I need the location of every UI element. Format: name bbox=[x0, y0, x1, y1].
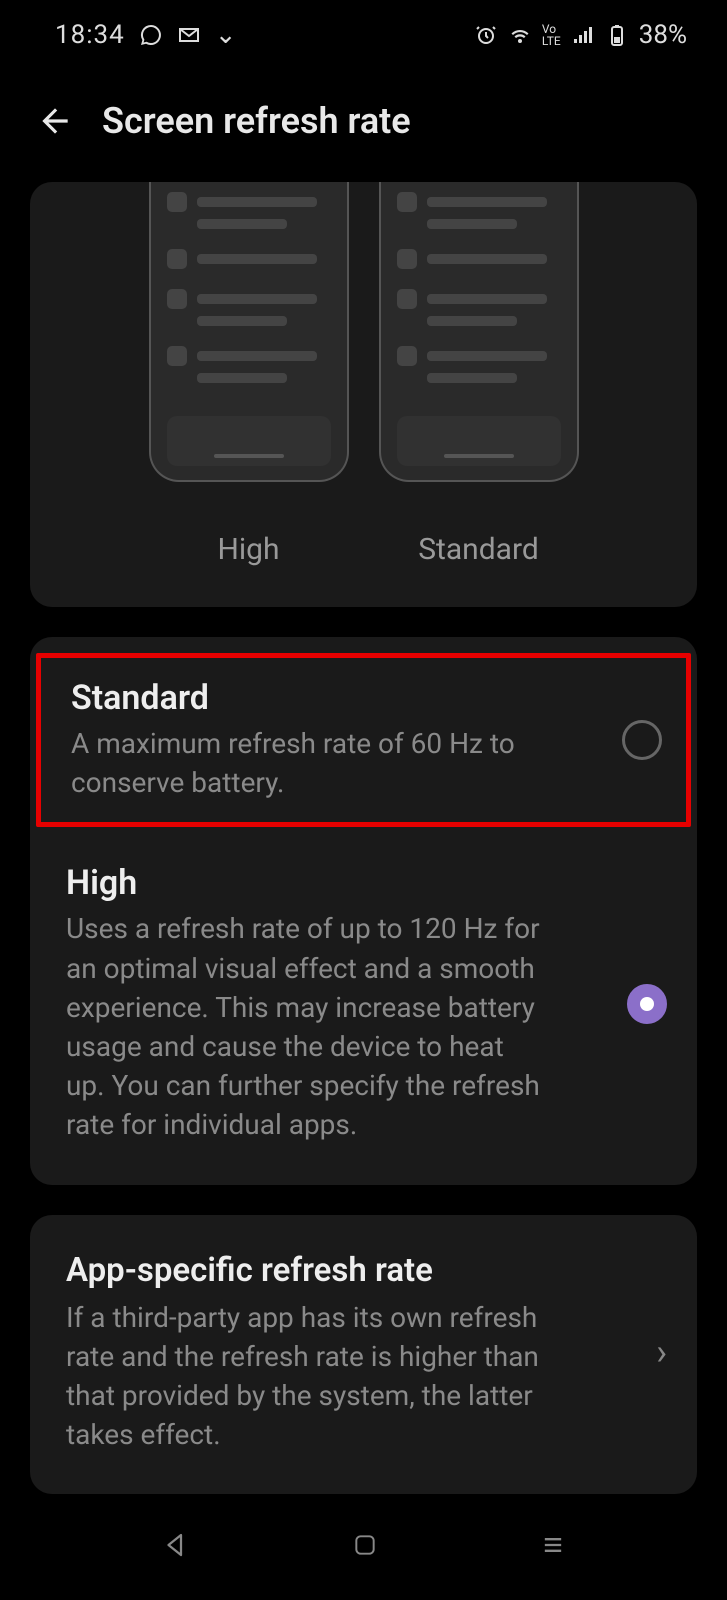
battery-text: 38% bbox=[639, 20, 687, 50]
more-notifications-icon: ⌄ bbox=[215, 20, 237, 50]
alarm-icon bbox=[474, 23, 498, 47]
preview-label-standard: Standard bbox=[379, 532, 579, 567]
apprate-card[interactable]: App-specific refresh rate If a third-par… bbox=[30, 1215, 697, 1495]
battery-icon bbox=[605, 23, 629, 47]
option-standard[interactable]: Standard A maximum refresh rate of 60 Hz… bbox=[36, 653, 691, 827]
option-high[interactable]: High Uses a refresh rate of up to 120 Hz… bbox=[30, 827, 697, 1184]
volte-icon: VoLTE bbox=[542, 23, 561, 47]
options-card: Standard A maximum refresh rate of 60 Hz… bbox=[30, 637, 697, 1185]
phone-preview-standard bbox=[379, 182, 579, 482]
gmail-icon bbox=[177, 23, 201, 47]
header: Screen refresh rate bbox=[0, 70, 727, 182]
preview-phones bbox=[60, 182, 667, 482]
status-bar: 18:34 ⌄ VoLTE 38% bbox=[0, 0, 727, 70]
apprate-desc: If a third-party app has its own refresh… bbox=[66, 1298, 566, 1455]
preview-label-high: High bbox=[149, 532, 349, 567]
wifi-icon bbox=[508, 23, 532, 47]
option-desc: A maximum refresh rate of 60 Hz to conse… bbox=[71, 724, 551, 802]
nav-recent-icon[interactable] bbox=[539, 1531, 567, 1559]
preview-card: High Standard bbox=[30, 182, 697, 607]
nav-home-icon[interactable] bbox=[352, 1532, 378, 1558]
option-desc: Uses a refresh rate of up to 120 Hz for … bbox=[66, 909, 546, 1144]
phone-preview-high bbox=[149, 182, 349, 482]
status-right: VoLTE 38% bbox=[474, 20, 687, 50]
apprate-title: App-specific refresh rate bbox=[66, 1251, 646, 1290]
radio-standard[interactable] bbox=[622, 720, 662, 760]
chevron-right-icon: › bbox=[656, 1331, 667, 1373]
status-left: 18:34 ⌄ bbox=[55, 20, 237, 50]
navbar bbox=[0, 1490, 727, 1600]
option-title: Standard bbox=[71, 678, 602, 718]
nav-back-icon[interactable] bbox=[161, 1530, 191, 1560]
preview-labels: High Standard bbox=[60, 532, 667, 567]
radio-high[interactable] bbox=[627, 984, 667, 1024]
status-time: 18:34 bbox=[55, 20, 125, 50]
signal-icon bbox=[571, 23, 595, 47]
back-icon[interactable] bbox=[36, 102, 74, 140]
page-title: Screen refresh rate bbox=[102, 100, 411, 142]
option-title: High bbox=[66, 863, 607, 903]
whatsapp-icon bbox=[139, 23, 163, 47]
